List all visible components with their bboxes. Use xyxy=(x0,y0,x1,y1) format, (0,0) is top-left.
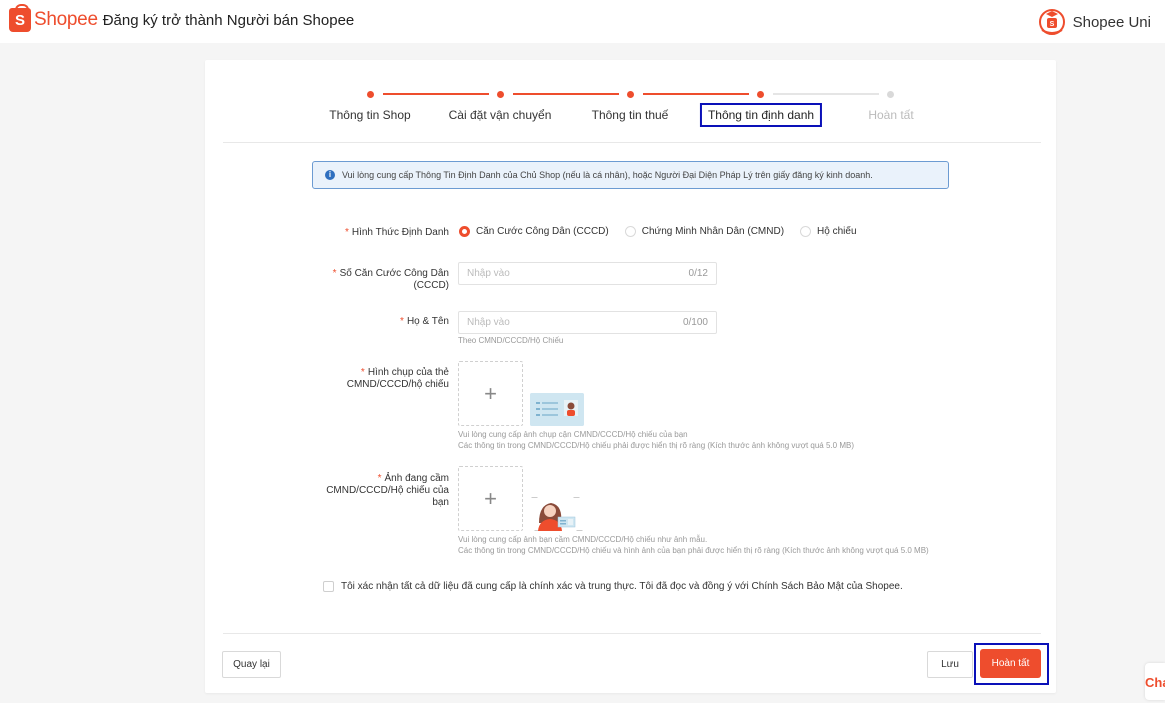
shopee-uni-link[interactable]: S Shopee Uni xyxy=(1037,8,1151,36)
id-card-sample-image xyxy=(530,393,584,426)
plus-icon: + xyxy=(484,485,497,511)
full-name-input[interactable]: Nhập vào 0/100 xyxy=(458,311,717,334)
step-dot-complete xyxy=(887,91,894,98)
radio-button[interactable] xyxy=(800,226,812,237)
full-name-label: * Họ & Tên xyxy=(400,316,449,327)
radio-button[interactable] xyxy=(624,226,636,237)
back-button[interactable]: Quay lại xyxy=(222,651,281,678)
step-connector xyxy=(513,93,619,95)
step-shipping: Cài đặt vận chuyển xyxy=(448,108,552,122)
divider xyxy=(223,142,1041,143)
id-photo-upload[interactable]: + xyxy=(458,361,523,426)
selfie-photo-upload[interactable]: + xyxy=(458,466,523,531)
selfie-photo-hint: Vui lòng cung cấp ảnh bạn cầm CMND/CCCD/… xyxy=(458,535,929,555)
consent-text: Tôi xác nhận tất cả dữ liệu đã cung cấp … xyxy=(341,581,903,592)
id-photo-label: * Hình chụp của thẻ CMND/CCCD/hộ chiếu xyxy=(346,367,449,390)
step-connector xyxy=(383,93,489,95)
id-number-label: * Số Căn Cước Công Dân (CCCD) xyxy=(332,268,449,291)
id-type-label: * Hình Thức Định Danh xyxy=(344,227,449,238)
save-button[interactable]: Lưu xyxy=(927,651,973,678)
radio-cccd[interactable]: Căn Cước Công Dân (CCCD) xyxy=(459,226,609,237)
finish-button[interactable]: Hoàn tất xyxy=(980,649,1041,678)
id-photo-hint: Vui lòng cung cấp ảnh chụp cận CMND/CCCD… xyxy=(458,430,854,450)
person-holding-id-illustration xyxy=(531,497,583,531)
step-dot-shipping xyxy=(497,91,504,98)
step-identity-info: Thông tin định danh xyxy=(699,103,823,127)
id-type-radio-group: Căn Cước Công Dân (CCCD) Chứng Minh Nhân… xyxy=(459,226,873,237)
step-connector xyxy=(643,93,749,95)
notice-text: Vui lòng cung cấp Thông Tin Định Danh củ… xyxy=(342,170,873,180)
full-name-counter: 0/100 xyxy=(682,317,708,328)
brand-name: Shopee xyxy=(34,9,98,30)
step-dot-identity xyxy=(757,91,764,98)
selfie-photo-label: * Ảnh đang cầm CMND/CCCD/Hộ chiếu của bạn xyxy=(326,473,449,508)
id-card-illustration xyxy=(530,393,584,426)
consent-checkbox[interactable] xyxy=(323,581,334,592)
page-title: Đăng ký trở thành Người bán Shopee xyxy=(102,11,355,29)
radio-cmnd[interactable]: Chứng Minh Nhân Dân (CMND) xyxy=(624,226,784,237)
id-number-counter: 0/12 xyxy=(688,268,708,279)
shopee-uni-label: Shopee Uni xyxy=(1072,13,1151,31)
brand[interactable]: S Shopee Đăng ký trở thành Người bán Sho… xyxy=(9,4,355,32)
id-number-placeholder: Nhập vào xyxy=(467,268,510,279)
step-shop-info: Thông tin Shop xyxy=(329,108,411,122)
info-notice: i Vui lòng cung cấp Thông Tin Định Danh … xyxy=(312,161,949,189)
radio-button-checked[interactable] xyxy=(459,226,470,237)
full-name-hint: Theo CMND/CCCD/Hộ Chiếu xyxy=(458,336,564,345)
full-name-placeholder: Nhập vào xyxy=(467,317,510,328)
shopee-uni-icon: S xyxy=(1038,9,1065,35)
step-connector xyxy=(773,93,879,95)
svg-text:S: S xyxy=(1049,21,1054,28)
chat-label: Cha xyxy=(1145,675,1165,690)
shopee-bag-icon: S xyxy=(9,4,31,32)
info-icon: i xyxy=(325,170,335,180)
consent-row[interactable]: Tôi xác nhận tất cả dữ liệu đã cung cấp … xyxy=(323,581,903,592)
radio-passport[interactable]: Hộ chiếu xyxy=(800,226,857,237)
step-complete: Hoàn tất xyxy=(868,108,914,122)
chat-tab[interactable]: Cha xyxy=(1145,663,1165,700)
top-bar: S Shopee Đăng ký trở thành Người bán Sho… xyxy=(0,0,1165,43)
registration-card: Thông tin Shop Cài đặt vận chuyển Thông … xyxy=(205,60,1056,693)
step-dot-shop xyxy=(367,91,374,98)
progress-stepper: Thông tin Shop Cài đặt vận chuyển Thông … xyxy=(205,60,1056,144)
plus-icon: + xyxy=(484,380,497,406)
step-dot-tax xyxy=(627,91,634,98)
divider xyxy=(223,633,1041,634)
selfie-sample-image xyxy=(531,497,583,531)
step-tax-info: Thông tin thuế xyxy=(591,108,669,122)
id-number-input[interactable]: Nhập vào 0/12 xyxy=(458,262,717,285)
